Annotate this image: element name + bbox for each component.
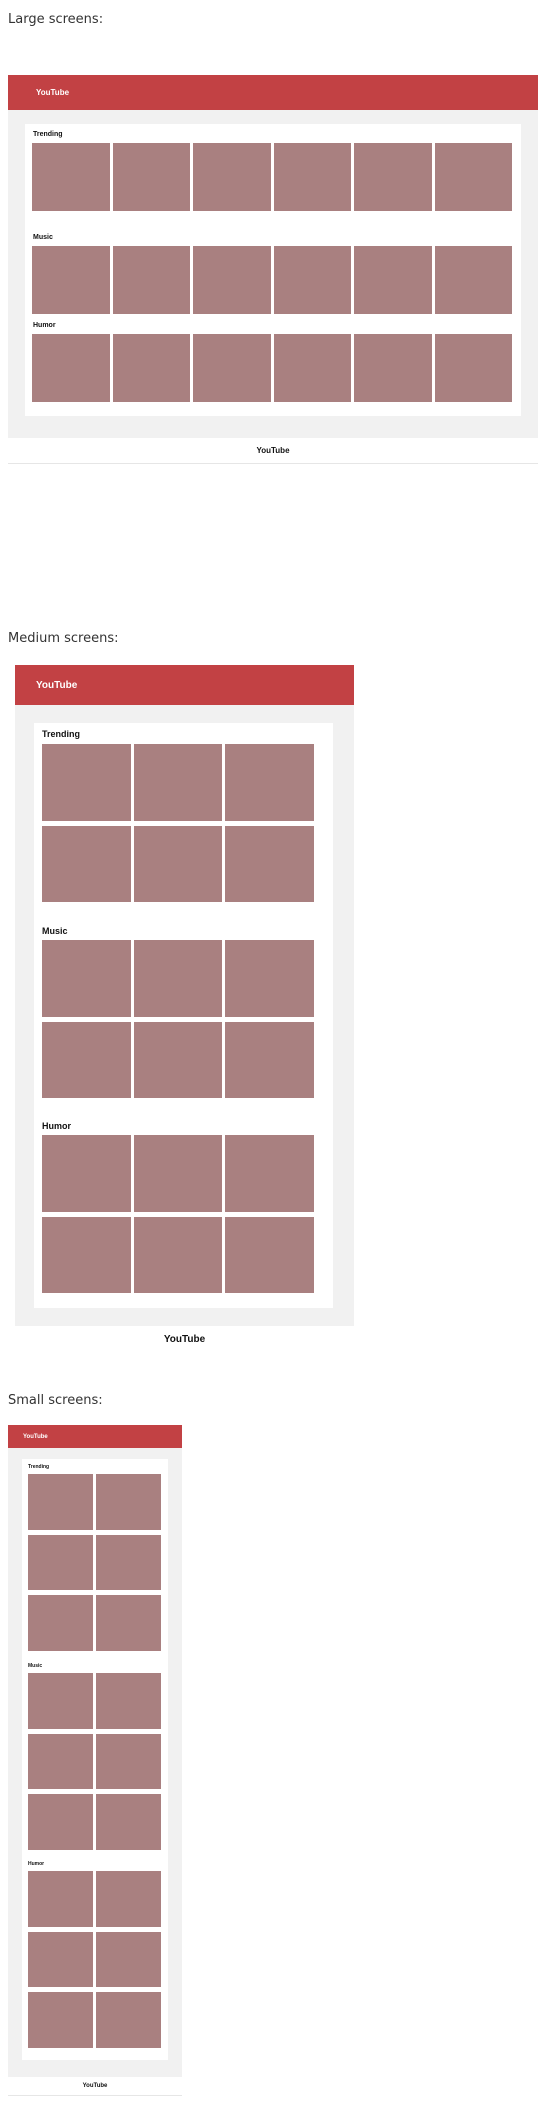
content-card: Trending Music Humor <box>25 124 521 416</box>
video-thumbnail[interactable] <box>225 940 314 1017</box>
small-screen-mockup: YouTube Trending Music Humor <box>8 1425 182 2077</box>
video-thumbnail[interactable] <box>28 1595 93 1651</box>
video-thumbnail[interactable] <box>434 246 512 314</box>
thumbnail-grid-trending <box>28 1474 161 1651</box>
video-thumbnail[interactable] <box>32 143 110 211</box>
youtube-header: YouTube <box>8 75 538 110</box>
video-thumbnail[interactable] <box>354 143 432 211</box>
section-title-trending: Trending <box>42 729 80 739</box>
video-thumbnail[interactable] <box>133 1021 223 1098</box>
video-thumbnail[interactable] <box>434 334 512 402</box>
section-title-music: Music <box>42 926 68 936</box>
section-title-music: Music <box>33 234 53 241</box>
video-thumbnail[interactable] <box>28 1474 93 1530</box>
video-thumbnail[interactable] <box>193 143 271 211</box>
video-thumbnail[interactable] <box>96 1794 161 1850</box>
video-thumbnail[interactable] <box>42 1216 131 1293</box>
video-thumbnail[interactable] <box>96 1474 161 1530</box>
header-title[interactable]: YouTube <box>36 680 77 691</box>
video-thumbnail[interactable] <box>112 246 190 314</box>
video-thumbnail[interactable] <box>96 1871 161 1927</box>
video-thumbnail[interactable] <box>225 825 314 902</box>
thumbnail-grid-humor <box>32 334 512 402</box>
video-thumbnail[interactable] <box>42 1135 131 1212</box>
video-thumbnail[interactable] <box>96 1595 161 1651</box>
video-thumbnail[interactable] <box>96 1931 161 1988</box>
section-title-trending: Trending <box>28 1464 50 1470</box>
video-thumbnail[interactable] <box>354 246 432 314</box>
video-thumbnail[interactable] <box>96 1673 161 1729</box>
video-thumbnail[interactable] <box>225 1021 314 1098</box>
video-thumbnail[interactable] <box>96 1992 161 2048</box>
video-thumbnail[interactable] <box>434 143 512 211</box>
content-card: Trending Music Humor <box>34 723 333 1308</box>
large-screens-caption: Large screens: <box>8 12 104 27</box>
medium-screens-caption: Medium screens: <box>8 631 119 646</box>
video-thumbnail[interactable] <box>133 1216 223 1293</box>
thumbnail-grid-music <box>42 940 314 1098</box>
youtube-header: YouTube <box>15 665 354 705</box>
youtube-header: YouTube <box>8 1425 182 1448</box>
video-thumbnail[interactable] <box>42 940 131 1017</box>
video-thumbnail[interactable] <box>193 334 271 402</box>
video-thumbnail[interactable] <box>133 744 223 821</box>
video-thumbnail[interactable] <box>273 246 351 314</box>
small-screens-caption: Small screens: <box>8 1393 103 1408</box>
video-thumbnail[interactable] <box>28 1871 93 1927</box>
video-thumbnail[interactable] <box>96 1534 161 1591</box>
video-thumbnail[interactable] <box>225 1135 314 1212</box>
video-thumbnail[interactable] <box>273 143 351 211</box>
thumbnail-grid-humor <box>42 1135 314 1293</box>
video-thumbnail[interactable] <box>112 143 190 211</box>
video-thumbnail[interactable] <box>225 1216 314 1293</box>
footer-label: YouTube <box>256 446 290 455</box>
video-thumbnail[interactable] <box>96 1733 161 1790</box>
thumbnail-grid-trending <box>32 143 512 211</box>
video-thumbnail[interactable] <box>28 1931 93 1988</box>
video-thumbnail[interactable] <box>42 1021 131 1098</box>
video-thumbnail[interactable] <box>112 334 190 402</box>
video-thumbnail[interactable] <box>273 334 351 402</box>
video-thumbnail[interactable] <box>28 1673 93 1729</box>
section-title-humor: Humor <box>28 1861 45 1867</box>
video-thumbnail[interactable] <box>42 825 131 902</box>
video-thumbnail[interactable] <box>133 940 223 1017</box>
thumbnail-grid-music <box>28 1673 161 1850</box>
video-thumbnail[interactable] <box>28 1992 93 2048</box>
footer-divider <box>8 463 538 464</box>
footer-label: YouTube <box>82 2083 108 2089</box>
footer-label: YouTube <box>163 1334 206 1345</box>
video-thumbnail[interactable] <box>32 334 110 402</box>
video-thumbnail[interactable] <box>28 1794 93 1850</box>
video-thumbnail[interactable] <box>28 1534 93 1591</box>
section-title-music: Music <box>28 1663 43 1669</box>
section-title-humor: Humor <box>42 1121 71 1131</box>
header-title[interactable]: YouTube <box>36 88 69 97</box>
video-thumbnail[interactable] <box>32 246 110 314</box>
video-thumbnail[interactable] <box>133 1135 223 1212</box>
video-thumbnail[interactable] <box>354 334 432 402</box>
medium-screen-mockup: YouTube Trending Music Humor <box>15 665 354 1326</box>
video-thumbnail[interactable] <box>193 246 271 314</box>
header-title[interactable]: YouTube <box>23 1434 48 1440</box>
thumbnail-grid-music <box>32 246 512 314</box>
video-thumbnail[interactable] <box>133 825 223 902</box>
footer-divider <box>8 2095 182 2096</box>
large-screen-mockup: YouTube Trending Music Humor <box>8 75 538 438</box>
video-thumbnail[interactable] <box>28 1733 93 1790</box>
thumbnail-grid-humor <box>28 1871 161 2048</box>
section-title-trending: Trending <box>33 131 63 138</box>
thumbnail-grid-trending <box>42 744 314 902</box>
section-title-humor: Humor <box>33 322 56 329</box>
video-thumbnail[interactable] <box>225 744 314 821</box>
content-card: Trending Music Humor <box>22 1459 168 2060</box>
video-thumbnail[interactable] <box>42 744 131 821</box>
